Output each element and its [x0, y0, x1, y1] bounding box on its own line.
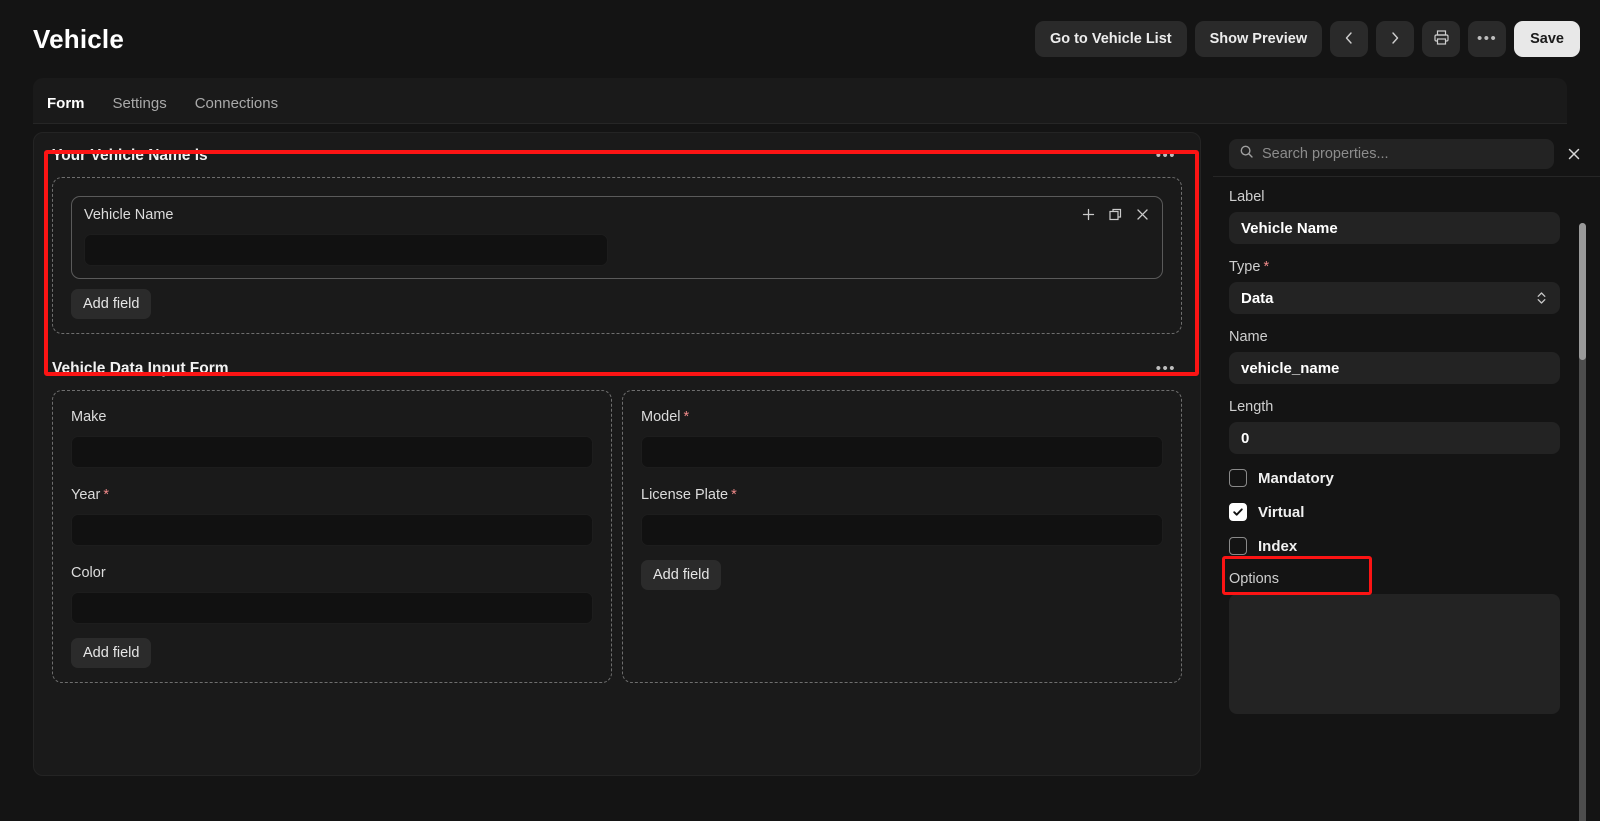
form-column[interactable]: Vehicle Name Add field: [52, 177, 1182, 334]
name-input[interactable]: vehicle_name: [1229, 352, 1560, 384]
field-color[interactable]: Color: [71, 565, 593, 624]
required-marker: *: [1263, 259, 1270, 275]
page-title: Vehicle: [33, 23, 125, 54]
form-canvas: Your Vehicle Name is ••• Vehicle Name Ad…: [33, 132, 1201, 776]
properties-panel-header: [1213, 132, 1600, 176]
toolbar-actions: Go to Vehicle List Show Preview ••• Save: [1034, 21, 1580, 57]
search-icon: [1239, 144, 1254, 164]
previous-button[interactable]: [1330, 21, 1369, 57]
body: Your Vehicle Name is ••• Vehicle Name Ad…: [0, 124, 1600, 821]
section-header: Vehicle Data Input Form •••: [52, 360, 1182, 378]
options-caption: Options: [1229, 571, 1279, 587]
type-select-value: Data: [1241, 289, 1274, 307]
field-label: Vehicle Name: [84, 207, 174, 223]
section-columns: Vehicle Name Add field: [52, 177, 1182, 334]
top-toolbar: Vehicle Go to Vehicle List Show Preview: [0, 0, 1600, 78]
tab-form[interactable]: Form: [33, 95, 99, 123]
length-input[interactable]: 0: [1229, 422, 1560, 454]
form-section-vehicle-data-input: Vehicle Data Input Form ••• Make Year*: [34, 346, 1200, 695]
form-canvas-container: Your Vehicle Name is ••• Vehicle Name Ad…: [0, 132, 1213, 821]
show-preview-button[interactable]: Show Preview: [1194, 21, 1323, 57]
checkbox-box-unchecked-icon: [1229, 469, 1247, 487]
field-input-make[interactable]: [71, 436, 593, 468]
checkbox-index[interactable]: Index: [1229, 537, 1560, 555]
next-button[interactable]: [1376, 21, 1415, 57]
tab-settings[interactable]: Settings: [99, 95, 181, 123]
section-title: Vehicle Data Input Form: [52, 360, 229, 377]
field-year[interactable]: Year *: [71, 487, 593, 546]
chevron-right-icon: [1387, 30, 1403, 49]
add-field-button[interactable]: Add field: [71, 638, 152, 668]
add-field-button[interactable]: Add field: [71, 289, 152, 319]
checkbox-mandatory[interactable]: Mandatory: [1229, 469, 1560, 487]
go-to-vehicle-list-button[interactable]: Go to Vehicle List: [1034, 21, 1187, 57]
checkbox-label: Index: [1258, 537, 1298, 555]
options-textarea[interactable]: [1229, 594, 1560, 714]
field-input-color[interactable]: [71, 592, 593, 624]
field-header: Vehicle Name: [84, 207, 1150, 234]
section-menu-button[interactable]: •••: [1150, 361, 1182, 376]
required-marker: *: [683, 409, 690, 425]
section-columns: Make Year * Color Add field Model * Lice…: [52, 390, 1182, 683]
tab-connections[interactable]: Connections: [181, 95, 292, 123]
search-properties-wrapper[interactable]: [1229, 139, 1554, 169]
field-license-plate[interactable]: License Plate *: [641, 487, 1163, 546]
close-panel-button[interactable]: [1560, 142, 1588, 166]
section-title: Your Vehicle Name is: [52, 147, 208, 164]
field-make[interactable]: Make: [71, 409, 593, 468]
close-icon[interactable]: [1135, 207, 1150, 222]
print-button[interactable]: [1422, 21, 1461, 57]
field-label: Year *: [71, 487, 109, 503]
tab-bar: Form Settings Connections: [33, 78, 1567, 124]
checkbox-label: Virtual: [1258, 503, 1305, 521]
type-select[interactable]: Data: [1229, 282, 1560, 314]
length-caption: Length: [1229, 399, 1274, 415]
more-options-button[interactable]: •••: [1468, 21, 1507, 57]
form-column-left[interactable]: Make Year * Color Add field: [52, 390, 612, 683]
label-caption: Label: [1229, 189, 1265, 205]
checkbox-box-unchecked-icon: [1229, 537, 1247, 555]
checkbox-virtual[interactable]: Virtual: [1229, 503, 1560, 521]
form-section-vehicle-name: Your Vehicle Name is ••• Vehicle Name Ad…: [34, 133, 1200, 346]
checkbox-box-checked-icon: [1229, 503, 1247, 521]
panel-scrollbar-track[interactable]: [1579, 223, 1586, 821]
type-caption: Type *: [1229, 259, 1270, 275]
chevron-left-icon: [1341, 30, 1357, 49]
section-header: Your Vehicle Name is •••: [52, 147, 1182, 165]
field-input-license-plate[interactable]: [641, 514, 1163, 546]
field-label: Color: [71, 565, 106, 581]
field-label: Model *: [641, 409, 690, 425]
field-input-model[interactable]: [641, 436, 1163, 468]
add-field-button[interactable]: Add field: [641, 560, 722, 590]
chevron-updown-icon: [1535, 290, 1548, 306]
ellipsis-icon: •••: [1476, 30, 1498, 47]
required-marker: *: [103, 487, 109, 503]
field-input-vehicle-name[interactable]: [84, 234, 608, 266]
app-root: Vehicle Go to Vehicle List Show Preview: [0, 0, 1600, 821]
panel-scrollbar-thumb[interactable]: [1579, 223, 1586, 360]
required-marker: *: [731, 487, 737, 503]
plus-icon[interactable]: [1081, 207, 1096, 222]
duplicate-icon[interactable]: [1108, 207, 1123, 222]
section-menu-button[interactable]: •••: [1150, 148, 1182, 163]
field-actions: [1081, 207, 1150, 222]
search-properties-input[interactable]: [1262, 146, 1544, 162]
properties-panel-body: Label Vehicle Name Type * Data Name vehic…: [1213, 176, 1600, 821]
form-column-right[interactable]: Model * License Plate * Add field: [622, 390, 1182, 683]
field-label: License Plate *: [641, 487, 737, 503]
save-button[interactable]: Save: [1514, 21, 1580, 57]
checkbox-label: Mandatory: [1258, 469, 1334, 487]
field-label: Make: [71, 409, 107, 425]
printer-icon: [1433, 29, 1450, 49]
properties-panel: Label Vehicle Name Type* Data Name vehic…: [1213, 132, 1600, 821]
field-input-year[interactable]: [71, 514, 593, 546]
field-model[interactable]: Model *: [641, 409, 1163, 468]
field-vehicle-name[interactable]: Vehicle Name: [71, 196, 1163, 279]
label-input[interactable]: Vehicle Name: [1229, 212, 1560, 244]
name-caption: Name: [1229, 329, 1268, 345]
